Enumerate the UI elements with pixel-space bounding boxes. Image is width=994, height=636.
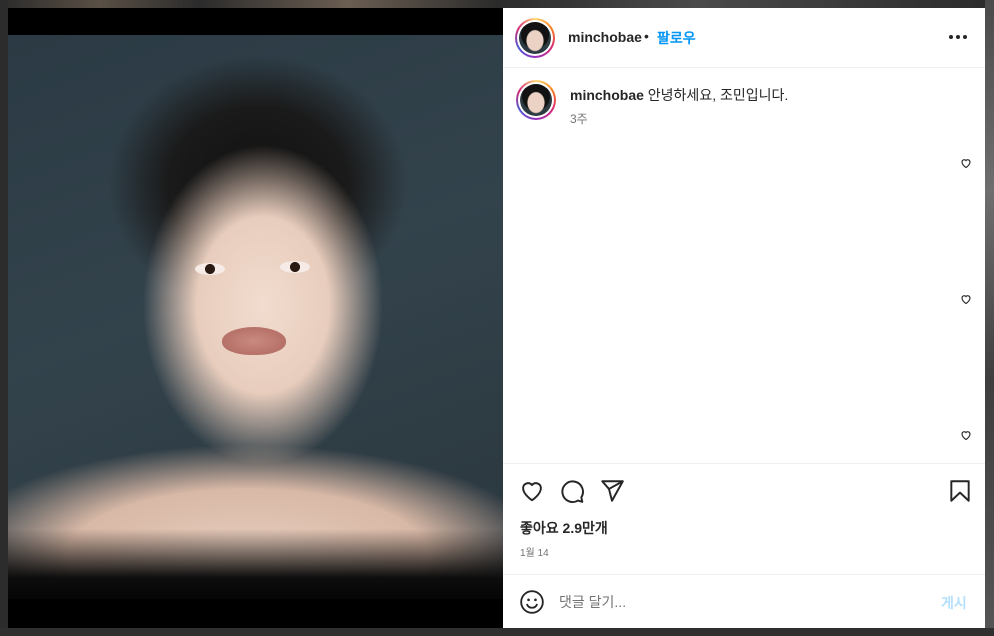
heart-icon[interactable] — [960, 293, 972, 305]
post-date[interactable]: 1월 14 — [520, 544, 549, 559]
photo-eye-left — [195, 263, 225, 275]
backdrop-feed-right — [985, 0, 994, 636]
likes-count[interactable]: 좋아요 2.9만개 — [520, 518, 608, 538]
backdrop-feed-bottom — [0, 628, 994, 636]
comment-icon[interactable] — [559, 478, 585, 504]
emoji-icon[interactable] — [519, 589, 545, 615]
caption: minchobae 안녕하세요, 조민입니다. — [570, 86, 788, 104]
heart-icon[interactable] — [960, 429, 972, 441]
caption-avatar[interactable] — [516, 80, 556, 120]
send-icon[interactable] — [599, 478, 625, 504]
avatar-image — [519, 22, 551, 54]
backdrop-feed-left — [0, 0, 8, 636]
post-side-panel: minchobae • 팔로우 minchobae 안녕하세요, 조민입니다. … — [503, 8, 985, 628]
photo-eye-right — [280, 261, 310, 273]
heart-icon[interactable] — [519, 478, 545, 504]
actions-divider — [503, 463, 985, 464]
bookmark-icon[interactable] — [947, 478, 973, 504]
header-username[interactable]: minchobae — [568, 29, 642, 45]
photo-shade — [8, 529, 503, 599]
photo-lips — [222, 327, 286, 355]
caption-time[interactable]: 3주 — [570, 110, 588, 127]
comment-bar: 게시 — [503, 574, 985, 628]
backdrop-feed-top — [0, 0, 994, 8]
post-comment-button[interactable]: 게시 — [941, 593, 967, 613]
follow-button[interactable]: 팔로우 — [657, 28, 696, 48]
more-options-icon[interactable] — [949, 28, 967, 46]
comment-input[interactable] — [559, 589, 919, 615]
separator-dot: • — [644, 28, 649, 44]
heart-icon[interactable] — [960, 157, 972, 169]
caption-avatar-image — [520, 84, 552, 116]
comments-area: minchobae 안녕하세요, 조민입니다. 3주 — [503, 68, 985, 463]
caption-username[interactable]: minchobae — [570, 87, 644, 103]
post-media[interactable] — [8, 8, 503, 628]
caption-text: 안녕하세요, 조민입니다. — [647, 87, 789, 103]
post-header: minchobae • 팔로우 — [503, 8, 985, 68]
post-photo — [8, 35, 503, 599]
avatar[interactable] — [515, 18, 555, 58]
